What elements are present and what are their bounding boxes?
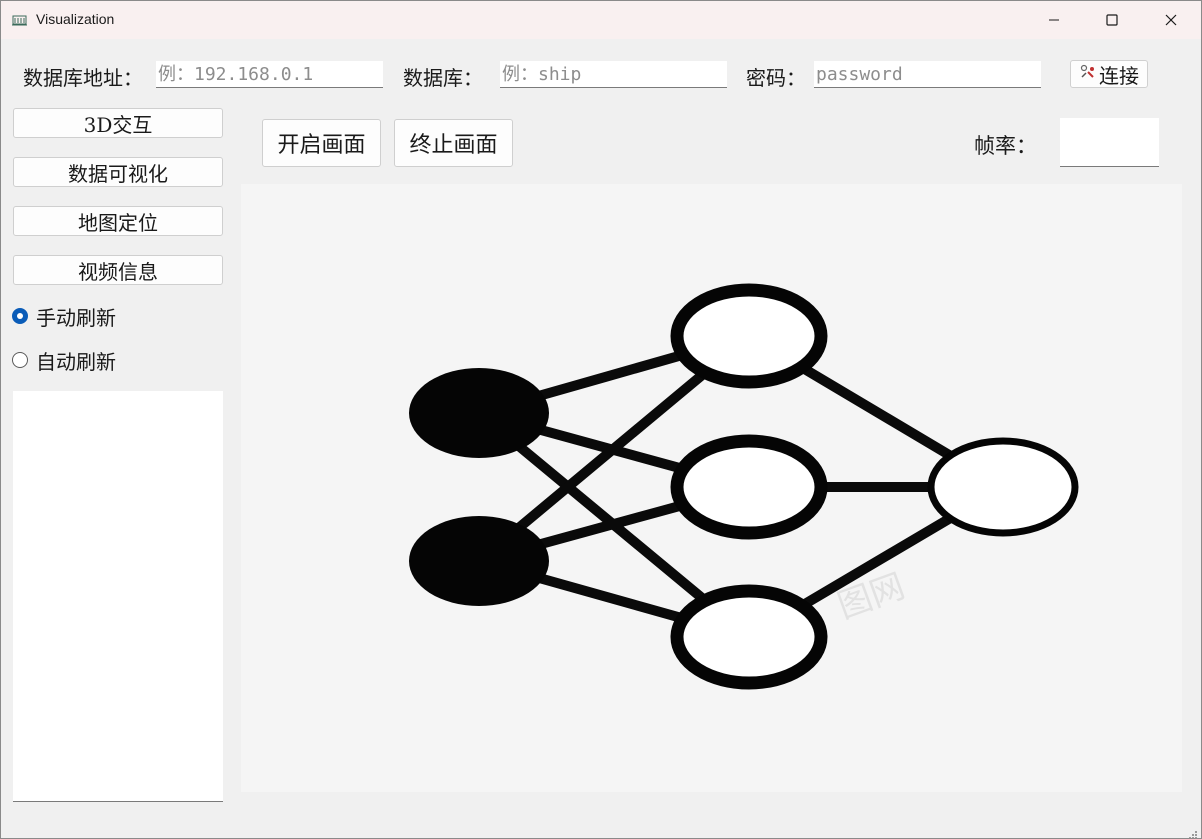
radio-checked-icon[interactable]	[12, 308, 28, 324]
manual-refresh-radio[interactable]: 手动刷新	[12, 303, 116, 330]
sidebar-item-data-visualization[interactable]: 数据可视化	[13, 157, 223, 187]
sidebar-item-map-location[interactable]: 地图定位	[13, 206, 223, 236]
db-address-input[interactable]	[156, 61, 383, 88]
password-input[interactable]	[814, 61, 1041, 88]
sidebar-item-3d-interaction[interactable]: 3D交互	[13, 108, 223, 138]
resize-grip-icon[interactable]	[1188, 825, 1198, 838]
db-address-label: 数据库地址：	[23, 66, 143, 90]
app-icon	[12, 12, 28, 26]
db-name-label: 数据库：	[403, 66, 483, 90]
manual-refresh-label: 手动刷新	[36, 305, 116, 330]
radio-unchecked-icon[interactable]	[12, 352, 28, 368]
sidebar-item-video-info[interactable]: 视频信息	[13, 255, 223, 285]
stop-display-label: 终止画面	[409, 133, 498, 158]
start-display-button[interactable]: 开启画面	[262, 119, 381, 167]
db-name-input[interactable]	[500, 61, 727, 88]
connect-icon	[1079, 62, 1097, 86]
minimize-button[interactable]	[1025, 1, 1083, 39]
sidebar-item-label: 地图定位	[78, 210, 158, 235]
connect-button[interactable]: 连接	[1070, 60, 1148, 88]
maximize-button[interactable]	[1083, 1, 1141, 39]
info-list-panel[interactable]	[13, 391, 223, 802]
maximize-icon	[1106, 11, 1118, 30]
fps-label: 帧率：	[974, 134, 1037, 158]
sidebar-item-label: 数据可视化	[68, 161, 168, 186]
title-bar[interactable]: Visualization	[1, 1, 1201, 39]
connect-label: 连接	[1099, 63, 1139, 88]
close-button[interactable]	[1142, 1, 1200, 39]
window-title: Visualization	[36, 11, 115, 27]
minimize-icon	[1048, 11, 1060, 30]
stop-display-button[interactable]: 终止画面	[394, 119, 513, 167]
sidebar-item-label: 3D交互	[83, 112, 153, 137]
auto-refresh-label: 自动刷新	[36, 349, 116, 374]
video-display: 图网	[241, 184, 1182, 792]
close-icon	[1165, 11, 1177, 30]
app-window: Visualization 数据库地址： 数据库： 密码：	[0, 0, 1202, 839]
password-label: 密码：	[746, 66, 806, 90]
fps-field[interactable]	[1060, 118, 1159, 167]
start-display-label: 开启画面	[277, 133, 366, 158]
sidebar-item-label: 视频信息	[78, 259, 158, 284]
neural-network-image: 图网	[409, 283, 1079, 690]
auto-refresh-radio[interactable]: 自动刷新	[12, 347, 116, 374]
